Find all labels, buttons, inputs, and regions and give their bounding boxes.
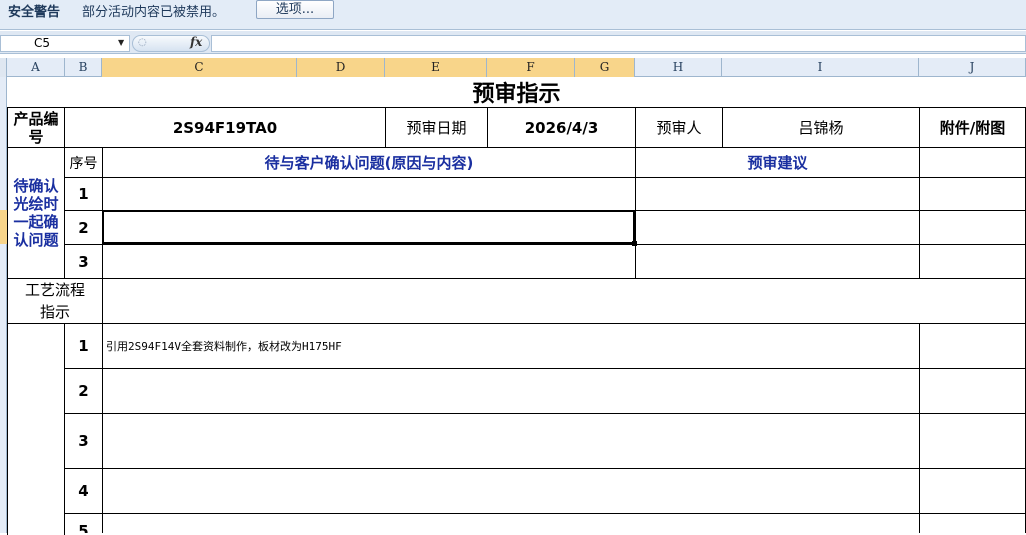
product-no-label: 产品编号 [7,107,65,148]
process-row-no: 5 [64,513,103,533]
process-row-text[interactable] [102,513,920,533]
name-box[interactable] [0,35,130,52]
grip-icon: ◌ [138,37,147,48]
column-header-e[interactable]: E [385,58,487,77]
confirm-attachment-cell[interactable] [919,210,1026,245]
process-row-text[interactable]: 引用2S94F14V全套资料制作，板材改为H175HF [102,323,920,369]
pending-issue-header: 待与客户确认问题(原因与内容) [102,147,636,178]
attachment-label: 附件/附图 [919,107,1026,148]
column-header-j[interactable]: J [919,58,1026,77]
confirm-issue-cell[interactable] [102,244,636,279]
seq-header: 序号 [64,147,103,178]
section-process-label: 工艺流程指示 [7,278,103,324]
options-button[interactable]: 选项... [256,0,334,19]
suggestion-header: 预审建议 [635,147,920,178]
process-instruction-area[interactable] [102,278,1026,324]
process-attachment-cell[interactable] [919,413,1026,469]
confirm-attachment-cell[interactable] [919,177,1026,211]
confirm-attachment-cell[interactable] [919,244,1026,279]
column-header-g[interactable]: G [575,58,635,77]
process-row-text[interactable] [102,468,920,514]
name-box-dropdown-icon[interactable]: ▼ [118,38,124,47]
process-attachment-cell[interactable] [919,513,1026,533]
confirm-issue-cell[interactable] [102,177,636,211]
process-row-text[interactable] [102,368,920,414]
row-header-strip[interactable] [0,77,7,533]
process-attachment-cell[interactable] [919,468,1026,514]
reviewer-value[interactable]: 吕锦杨 [722,107,920,148]
security-warning-title: 安全警告 [8,5,61,20]
reviewer-label: 预审人 [635,107,723,148]
insert-function-icon[interactable]: fx [190,35,202,49]
column-header-a[interactable]: A [7,58,65,77]
confirm-row-no: 2 [64,210,103,245]
process-row-no: 3 [64,413,103,469]
product-no-value[interactable]: 2S94F19TA0 [64,107,386,148]
confirm-suggestion-cell[interactable] [635,210,920,245]
column-header-d[interactable]: D [297,58,385,77]
confirm-suggestion-cell[interactable] [635,244,920,279]
process-attachment-cell[interactable] [919,368,1026,414]
process-row-no: 4 [64,468,103,514]
review-date-label: 预审日期 [385,107,488,148]
attachment-cell[interactable] [919,147,1026,178]
security-warning-message: 部分活动内容已被禁用。 [82,5,226,20]
process-row-no: 1 [64,323,103,369]
row-header-selected[interactable] [0,210,7,244]
confirm-row-no: 1 [64,177,103,211]
column-header-b[interactable]: B [65,58,102,77]
section-confirm-label: 待确认光绘时一起确认问题 [7,147,65,279]
process-attachment-cell[interactable] [919,323,1026,369]
name-box-value: C5 [34,36,51,50]
select-all-corner[interactable] [0,58,7,77]
process-row-no: 2 [64,368,103,414]
confirm-suggestion-cell[interactable] [635,177,920,211]
active-cell-c5[interactable] [102,210,635,244]
column-header-c[interactable]: C [102,58,297,77]
sheet-title: 预审指示 [472,82,561,107]
review-date-value[interactable]: 2026/4/3 [487,107,636,148]
column-header-h[interactable]: H [635,58,722,77]
formula-input[interactable] [211,35,1026,52]
column-header-i[interactable]: I [722,58,919,77]
column-header-f[interactable]: F [487,58,575,77]
confirm-row-no: 3 [64,244,103,279]
process-row-text[interactable] [102,413,920,469]
fill-handle[interactable] [632,241,637,246]
process-left-blank [7,323,65,535]
